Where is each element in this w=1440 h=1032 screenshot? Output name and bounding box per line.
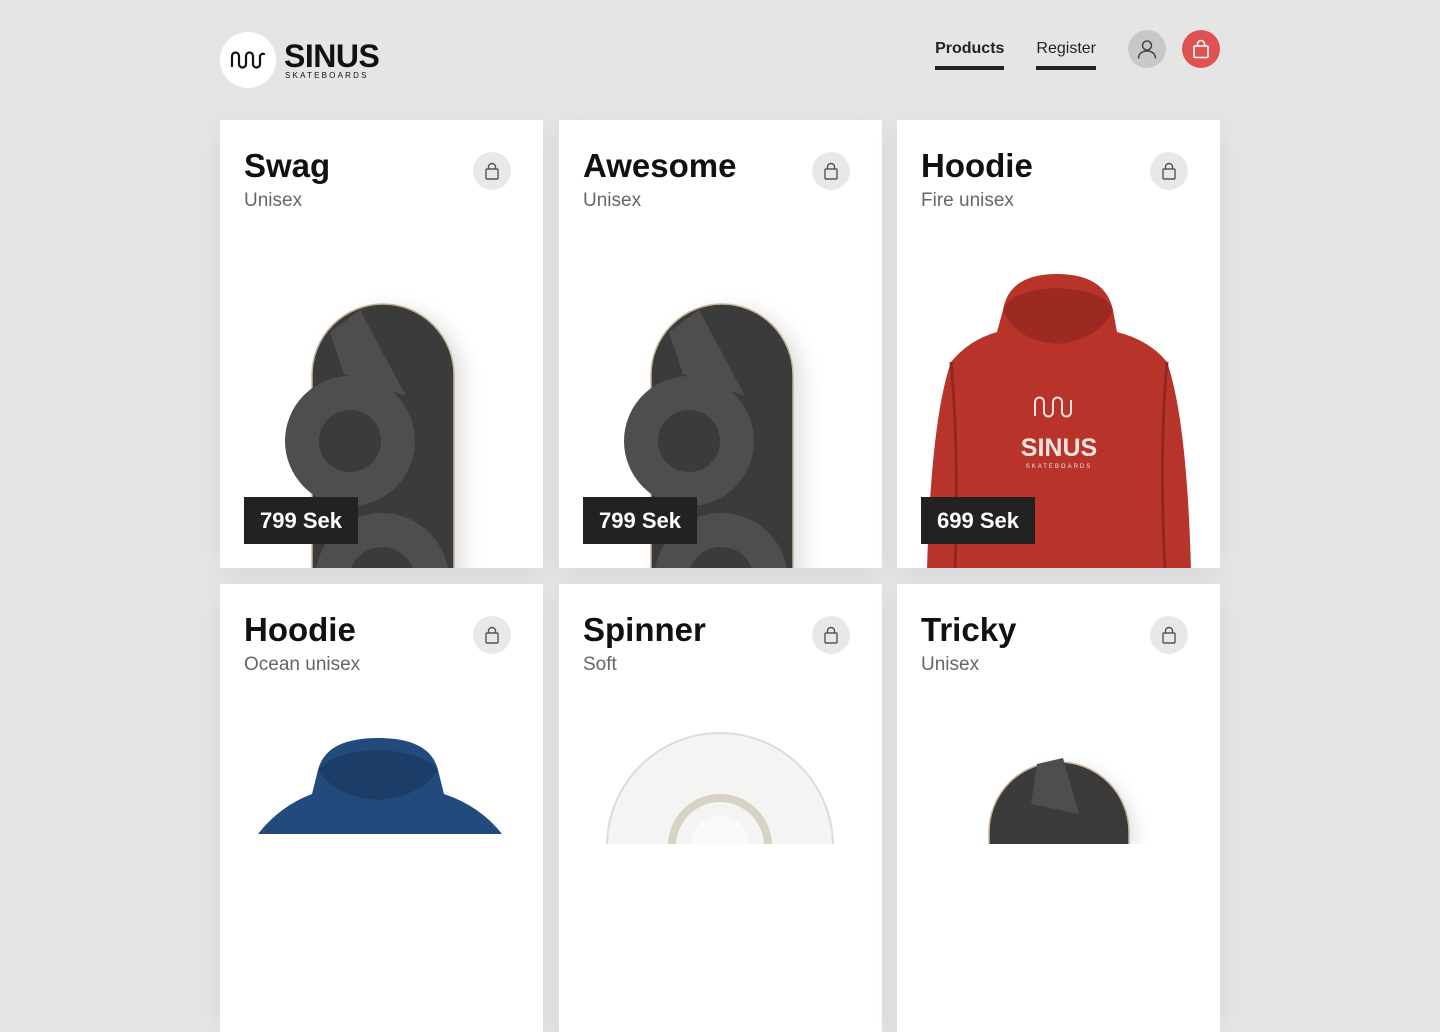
product-card[interactable]: Swag Unisex 799 Sek: [220, 120, 543, 568]
lock-button[interactable]: [812, 152, 850, 190]
user-icon: [1137, 40, 1157, 59]
nav-register-link[interactable]: Register: [1036, 40, 1096, 70]
hoodie-print-tagline: SKATEBOARDS: [1026, 464, 1093, 470]
product-title: Swag: [244, 147, 331, 184]
white-wheel-image: [606, 732, 834, 844]
lock-icon: [1162, 626, 1176, 644]
product-title: Spinner: [583, 611, 706, 648]
product-title: Hoodie: [244, 611, 356, 648]
lock-icon: [824, 626, 838, 644]
lock-icon: [824, 162, 838, 180]
lock-button[interactable]: [812, 616, 850, 654]
product-subtitle: Fire unisex: [921, 190, 1014, 211]
main-nav: Products Register: [935, 30, 1220, 70]
lock-button[interactable]: [1150, 616, 1188, 654]
blue-hoodie-image: [258, 738, 502, 834]
product-subtitle: Ocean unisex: [244, 654, 361, 675]
brand-name: SINUS: [284, 37, 380, 74]
nav-products-link[interactable]: Products: [935, 40, 1005, 70]
lock-icon: [485, 162, 499, 180]
shopping-bag-icon: [1193, 39, 1209, 59]
product-title: Awesome: [583, 147, 737, 184]
product-card[interactable]: Hoodie Ocean unisex: [220, 584, 543, 1032]
skateboard-deck-image: [988, 758, 1134, 844]
product-subtitle: Unisex: [583, 190, 642, 211]
lock-button[interactable]: [473, 616, 511, 654]
product-card[interactable]: Tricky Unisex: [897, 584, 1220, 1032]
product-card[interactable]: Spinner Soft: [559, 584, 882, 1032]
product-subtitle: Unisex: [244, 190, 303, 211]
lock-button[interactable]: [1150, 152, 1188, 190]
product-card[interactable]: Awesome Unisex 799 Sek: [559, 120, 882, 568]
price-tag: 699 Sek: [921, 497, 1035, 544]
wave-logo-icon: [220, 32, 276, 88]
brand-logo[interactable]: SINUS SKATEBOARDS: [220, 32, 380, 88]
product-subtitle: Soft: [583, 654, 617, 675]
site-header: SINUS SKATEBOARDS Products Register: [220, 30, 1220, 88]
hoodie-print-wordmark: SINUS: [1021, 434, 1097, 462]
product-title: Hoodie: [921, 147, 1033, 184]
lock-icon: [485, 626, 499, 644]
product-card[interactable]: SINUS SKATEBOARDS Hoodie Fire unisex 699…: [897, 120, 1220, 568]
lock-button[interactable]: [473, 152, 511, 190]
lock-icon: [1162, 162, 1176, 180]
brand-tagline: SKATEBOARDS: [285, 70, 369, 80]
product-title: Tricky: [921, 611, 1017, 648]
cart-button[interactable]: [1182, 30, 1220, 68]
user-button[interactable]: [1128, 30, 1166, 68]
price-tag: 799 Sek: [244, 497, 358, 544]
price-tag: 799 Sek: [583, 497, 697, 544]
product-subtitle: Unisex: [921, 654, 980, 675]
